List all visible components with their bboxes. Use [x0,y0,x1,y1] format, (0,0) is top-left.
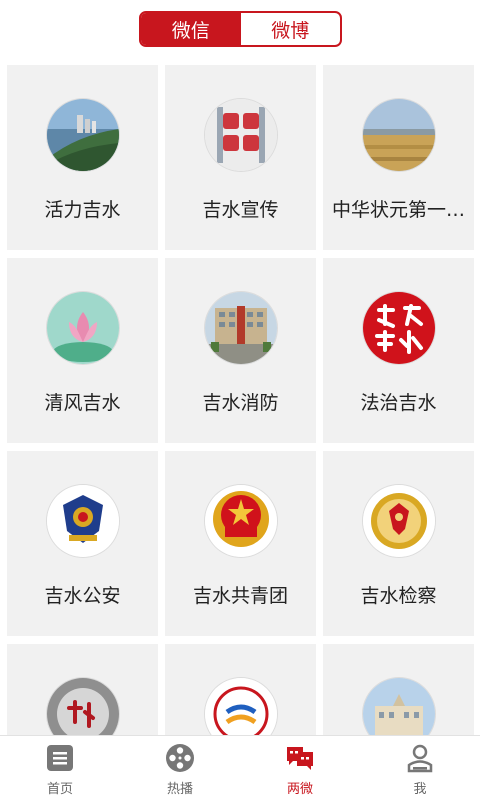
tab-switcher: 微信 微博 [139,11,342,47]
account-name: 中华状元第一… [331,199,465,221]
account-grid: 活力吉水 吉水宣传 中华状元第一… 清风吉水 吉水消防 法治吉水 吉水公安 吉水… [7,65,474,735]
nav-me[interactable]: 我 [360,736,480,800]
police-emblem-icon [46,485,119,557]
account-name: 吉水宣传 [202,199,279,221]
account-card[interactable]: 法治吉水 [323,258,474,443]
nav-label: 我 [413,782,427,797]
lotus-flower-logo-icon [46,292,119,364]
account-name: 法治吉水 [360,392,437,414]
account-card[interactable]: 吉水公安 [7,451,158,636]
field-landscape-photo-icon [362,99,435,171]
account-name: 吉水公安 [44,585,121,607]
home-doc-icon [45,743,75,773]
riverside-city-photo-icon [46,99,119,171]
nav-hot[interactable]: 热播 [120,736,240,800]
youth-league-emblem-icon [204,485,277,557]
account-card[interactable]: 吉水检察 [323,451,474,636]
account-card[interactable]: 吉水共青团 [165,451,316,636]
fazhi-jishui-red-logo-icon [362,292,435,364]
tab-weibo[interactable]: 微博 [241,13,341,45]
nav-label: 热播 [166,782,193,797]
procuratorate-emblem-icon [362,485,435,557]
chat-bubbles-icon [285,743,315,773]
account-card[interactable]: 中华状元第一… [323,65,474,250]
account-card[interactable]: 活力吉水 [7,65,158,250]
account-name: 活力吉水 [44,199,121,221]
nav-home[interactable]: 首页 [0,736,120,800]
account-name: 吉水共青团 [192,585,288,607]
government-building-photo-icon [362,678,435,735]
account-card[interactable] [323,644,474,735]
bottom-nav: 首页 热播 两微 我 [0,735,480,800]
tab-wechat[interactable]: 微信 [141,13,241,45]
person-icon [405,743,435,773]
account-card[interactable]: 吉水宣传 [165,65,316,250]
nav-label: 首页 [46,782,73,797]
account-card[interactable]: 吉水消防 [165,258,316,443]
sports-logo-icon [204,678,277,735]
nav-two-micro[interactable]: 两微 [240,736,360,800]
fire-station-building-photo-icon [204,292,277,364]
account-name: 吉水检察 [360,585,437,607]
account-name: 清风吉水 [44,392,121,414]
account-card[interactable] [7,644,158,735]
jishui-calligraphy-logo-icon [46,678,119,735]
film-reel-icon [165,743,195,773]
jishui-xuanchuan-calligraphy-logo-icon [204,99,277,171]
account-name: 吉水消防 [202,392,279,414]
account-card[interactable] [165,644,316,735]
nav-label: 两微 [286,782,313,797]
account-card[interactable]: 清风吉水 [7,258,158,443]
